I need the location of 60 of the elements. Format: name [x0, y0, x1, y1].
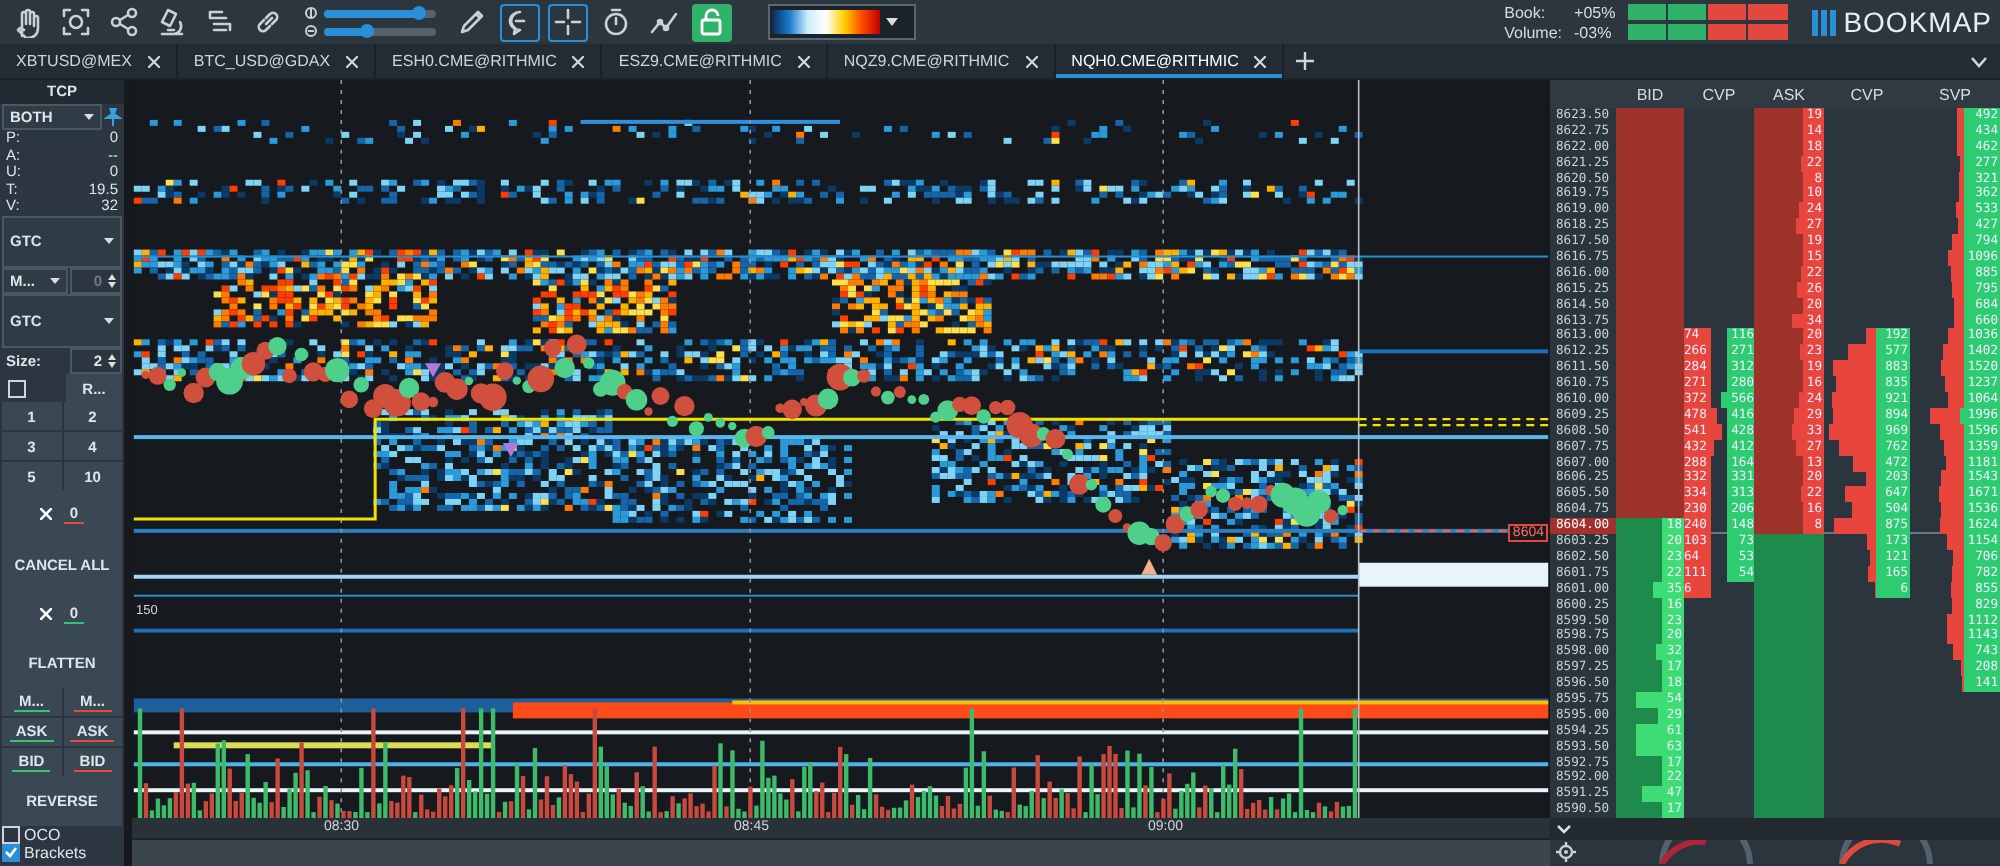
crosshair-icon: [552, 6, 584, 38]
book-label: Book:: [1504, 3, 1548, 21]
add-tab-icon[interactable]: [1296, 52, 1315, 70]
pencil-icon: [456, 6, 488, 38]
bars-logo-icon: [1811, 9, 1836, 35]
checkbox-label: OCO: [24, 825, 61, 844]
stepper-icon[interactable]: [108, 354, 116, 369]
instrument-tab[interactable]: NQH0.CME@RITHMIC: [1055, 44, 1285, 78]
timer-icon: [600, 6, 632, 38]
settings-icon[interactable]: [1556, 842, 1576, 863]
hand-icon: [12, 6, 44, 38]
column-header: BID: [1634, 85, 1666, 103]
volume-value: -03%: [1574, 23, 1614, 41]
book-value: +05%: [1574, 3, 1616, 21]
chevron-down-icon[interactable]: [1970, 55, 1988, 67]
caret-icon: [104, 238, 114, 245]
column-header: CVP: [1848, 85, 1886, 103]
instrument-tab[interactable]: NQZ9.CME@RITHMIC: [827, 44, 1056, 78]
link-icon: [252, 6, 284, 38]
close-icon[interactable]: [1254, 55, 1267, 67]
color-scale-dropdown[interactable]: [768, 4, 916, 40]
column-header: ASK: [1770, 85, 1807, 103]
instrument-tab[interactable]: XBTUSD@MEX: [0, 44, 178, 78]
gauge-drawing: [1836, 840, 1936, 865]
instrument-tab[interactable]: ESZ9.CME@RITHMIC: [602, 44, 828, 78]
column-header: CVP: [1700, 85, 1738, 103]
lock-tool-button[interactable]: [692, 3, 732, 41]
checkbox-label: Brackets: [24, 843, 87, 862]
pin-icon[interactable]: [104, 108, 122, 126]
volume-label: Volume:: [1504, 23, 1563, 41]
target-icon: [60, 6, 92, 38]
chevron-down-icon[interactable]: [1556, 824, 1572, 835]
stepper-icon[interactable]: [108, 274, 116, 289]
close-icon[interactable]: [147, 55, 160, 67]
column-header: SVP: [1936, 85, 1973, 103]
close-icon[interactable]: [797, 55, 810, 67]
contrast-slider[interactable]: [324, 27, 436, 35]
bid-cell: [1616, 502, 1684, 519]
caret-icon: [104, 318, 114, 325]
gauge-drawing: [1656, 840, 1756, 865]
timeline-scrollbar[interactable]: [132, 838, 1550, 866]
caret-icon: [50, 278, 60, 285]
ask-cell: [1754, 802, 1824, 819]
instrument-tab[interactable]: ESH0.CME@RITHMIC: [376, 44, 603, 78]
close-icon[interactable]: [346, 55, 359, 67]
share-icon: [108, 6, 140, 38]
close-icon: [39, 608, 52, 621]
caret-icon: [886, 18, 898, 26]
crosshair-tool-button[interactable]: [548, 3, 588, 41]
minus-circle-icon: [304, 24, 318, 38]
close-icon: [39, 508, 52, 521]
brightness-slider[interactable]: [324, 9, 436, 17]
instrument-tab[interactable]: BTC_USD@GDAX: [177, 44, 377, 78]
close-icon[interactable]: [572, 55, 585, 67]
caret-icon: [84, 114, 94, 120]
check-icon: [4, 846, 18, 859]
logo-text: BOOKMAP: [1843, 6, 1992, 38]
brightness-icon: [304, 6, 318, 20]
close-icon[interactable]: [1025, 55, 1038, 67]
chat-tool-button[interactable]: [500, 3, 540, 41]
